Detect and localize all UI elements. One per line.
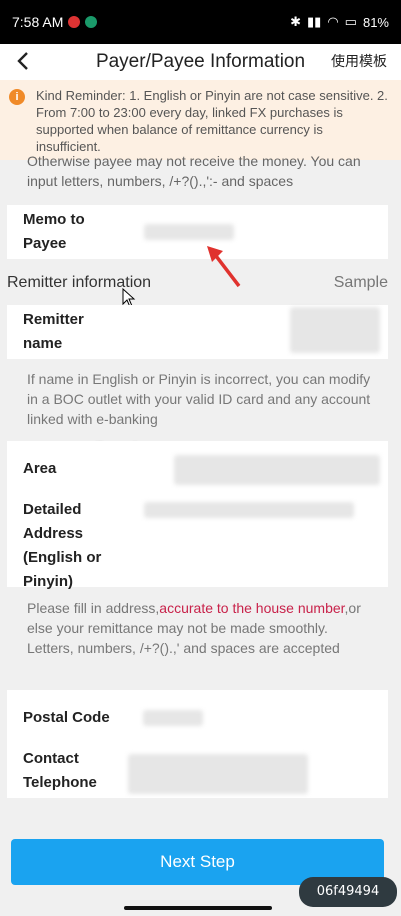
contact-telephone-input[interactable] — [128, 754, 308, 794]
sample-link[interactable]: Sample — [334, 274, 388, 292]
contact-telephone-label: Contact Telephone — [23, 750, 97, 791]
detailed-address-input[interactable] — [144, 502, 354, 518]
battery-level: 81% — [362, 14, 389, 30]
detailed-address-label: Detailed Address (English or Pinyin) — [23, 501, 102, 590]
area-selector[interactable] — [174, 455, 380, 485]
address-hint-highlight: accurate to the house number — [159, 600, 345, 616]
memo-to-payee-row[interactable]: Memo to Payee — [7, 205, 388, 259]
address-hint-prefix: Please fill in address, — [27, 600, 160, 616]
status-bar: 7:58 AM ✱ ▮▮ ◠ ▭ 81% — [0, 0, 401, 44]
home-indicator[interactable] — [124, 906, 272, 910]
remitter-name-value — [290, 307, 380, 353]
top-nav-bar: Payer/Payee Information 使用模板 — [0, 44, 401, 80]
postal-code-input[interactable] — [143, 710, 203, 726]
remitter-name-hint: If name in English or Pinyin is incorrec… — [27, 371, 371, 427]
bluetooth-icon: ✱ — [290, 14, 302, 30]
remitter-name-label: Remitter name — [23, 311, 84, 352]
reminder-banner: i Kind Reminder: 1. English or Pinyin ar… — [0, 80, 401, 160]
notification-icon — [68, 16, 81, 28]
memo-input[interactable] — [144, 224, 234, 240]
reminder-text: Kind Reminder: 1. English or Pinyin are … — [36, 88, 388, 154]
memo-label: Memo to Payee — [23, 211, 85, 252]
battery-icon: ▭ — [344, 14, 357, 30]
contact-card: Postal Code Contact Telephone — [7, 690, 388, 798]
wifi-icon: ◠ — [327, 14, 339, 30]
status-time: 7:58 AM — [12, 14, 64, 30]
use-template-button[interactable]: 使用模板 — [331, 51, 387, 71]
red-arrow-annotation — [207, 246, 241, 288]
session-tag: 06f49494 — [299, 877, 397, 907]
signal-icon: ▮▮ — [307, 14, 322, 30]
address-card: Area Detailed Address (English or Pinyin… — [7, 441, 388, 590]
postal-code-label: Postal Code — [23, 709, 110, 726]
app-notification-icon — [85, 16, 98, 28]
address-hint: Please fill in address,accurate to the h… — [27, 598, 372, 658]
chevron-left-icon — [17, 52, 28, 70]
payee-input-hint: Otherwise payee may not receive the mone… — [27, 153, 361, 189]
back-button[interactable] — [8, 46, 38, 76]
area-label: Area — [23, 460, 57, 477]
remitter-name-row[interactable]: Remitter name — [7, 305, 388, 359]
info-icon: i — [9, 89, 25, 105]
